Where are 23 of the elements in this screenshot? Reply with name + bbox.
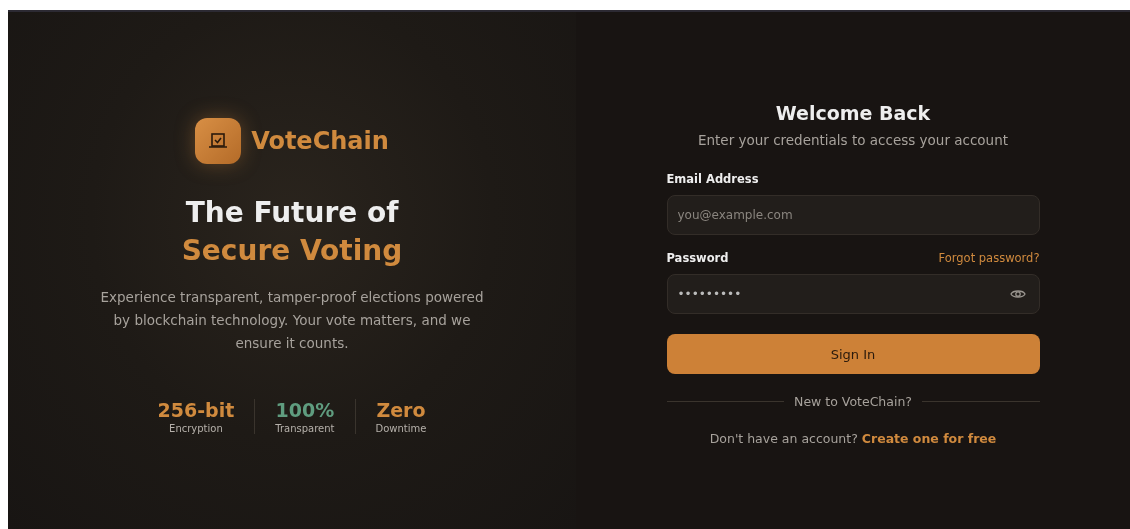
field-label: Password (666, 251, 729, 265)
ballot-box-icon (207, 131, 230, 151)
stat-value: 256-bit (157, 399, 235, 421)
signup-prompt: Don't have an account? (709, 431, 858, 446)
email-field[interactable]: you@example.com (666, 195, 1040, 235)
divider-text: New to VoteChain? (794, 394, 912, 409)
forgot-password-link[interactable]: Forgot password? (938, 251, 1040, 265)
field-label: Email Address (666, 172, 759, 186)
headline-accent: Secure Voting (181, 233, 403, 269)
brand-name: VoteChain (251, 127, 389, 155)
signup-link[interactable]: Create one for free (861, 431, 997, 446)
form-title: Welcome Back (774, 102, 932, 124)
eye-icon[interactable] (1009, 288, 1026, 300)
stat-value: Zero (376, 399, 426, 421)
description: Experience transparent, tamper-proof elections powered by blockchain technology. Your vote matters, and we ensure it counts. (99, 288, 485, 353)
headline: The Future of (185, 196, 399, 229)
form-subtitle: Enter your credentials to access your account (696, 132, 1009, 148)
password-field[interactable]: ••••••••• (666, 274, 1040, 314)
sign-in-button[interactable]: Sign In (666, 334, 1040, 374)
stat-label: Encryption (169, 423, 223, 434)
stat-value: 100% (275, 399, 335, 421)
stat-label: Transparent (275, 423, 335, 434)
stat-label: Downtime (375, 423, 427, 434)
